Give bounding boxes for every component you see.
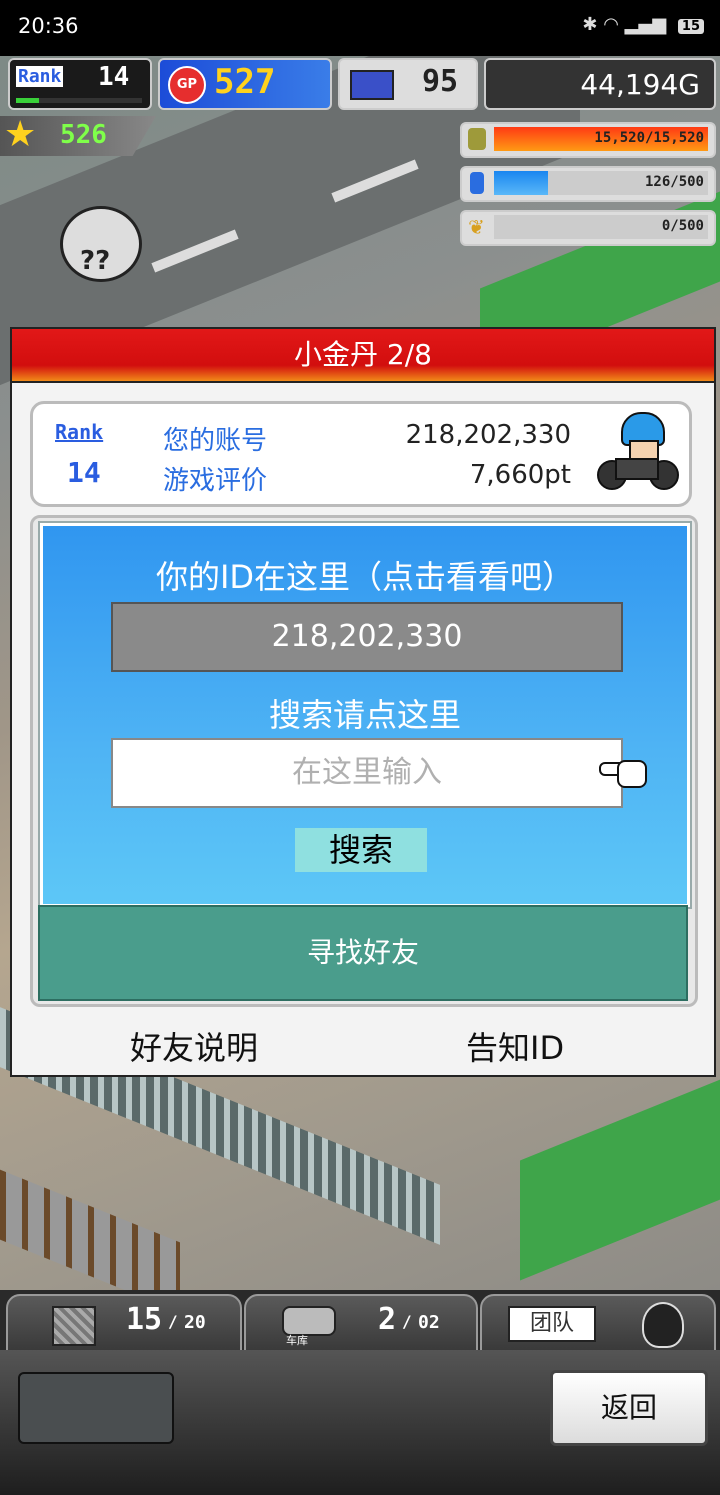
- rating-label: 游戏评价: [163, 466, 268, 496]
- friend-id-input[interactable]: 在这里输入: [111, 738, 623, 808]
- computer-value: 95: [422, 64, 459, 99]
- tab2-count: 2: [378, 1302, 397, 1337]
- tab-garage[interactable]: 车库 2 / 02: [244, 1294, 478, 1352]
- star-icon: ★: [4, 114, 37, 155]
- team-label: 团队: [508, 1306, 596, 1342]
- unknown-marker: ??: [80, 246, 111, 276]
- search-panel: 你的ID在这里（点击看看吧） 218,202,330 搜索请点这里 在这里输入 …: [38, 521, 692, 909]
- money-box[interactable]: 44,194G: [484, 58, 716, 110]
- tab2-total: 02: [418, 1312, 440, 1333]
- rank-progress: [16, 98, 142, 103]
- rank-box[interactable]: Rank 14: [8, 58, 152, 110]
- signal-icon: ▂▄▆: [624, 14, 667, 35]
- resource-bar-money[interactable]: 15,520/15,520: [460, 122, 716, 158]
- resource-wheat-value: 0/500: [661, 218, 704, 234]
- my-id-display[interactable]: 218,202,330: [111, 602, 623, 672]
- account-value: 218,202,330: [405, 420, 571, 450]
- grass-patch: [520, 1071, 720, 1281]
- bluetooth-icon: ✱: [582, 14, 598, 35]
- status-bar: 20:36 ✱ ◠ ▂▄▆ 15: [0, 0, 720, 56]
- gp-icon: GP: [168, 66, 206, 104]
- battery-icon: 15: [677, 19, 704, 34]
- wifi-icon: ◠: [603, 14, 619, 35]
- search-prompt: 搜索请点这里: [268, 696, 461, 734]
- tab-team[interactable]: 团队: [480, 1294, 716, 1352]
- rider-avatar-icon: [591, 410, 681, 496]
- money-value: 44,194G: [580, 68, 700, 101]
- rank-value: 14: [98, 62, 130, 92]
- bottom-bar: 15 / 20 车库 2 / 02 团队 返回: [0, 1290, 720, 1495]
- pointing-hand-icon: [599, 752, 647, 788]
- status-icons: ✱ ◠ ▂▄▆ 15: [582, 14, 704, 35]
- computer-box[interactable]: 95: [338, 58, 478, 110]
- resource-money-value: 15,520/15,520: [594, 130, 704, 146]
- bottle-icon: [470, 172, 484, 194]
- wheat-icon: ❦: [468, 215, 485, 239]
- profile-rank-label: Rank: [55, 420, 104, 444]
- search-button[interactable]: 搜索: [295, 828, 427, 872]
- computer-icon: [350, 70, 394, 100]
- empty-slot: [18, 1372, 174, 1444]
- back-button[interactable]: 返回: [550, 1370, 708, 1446]
- star-value: 526: [60, 120, 107, 150]
- resource-bar-fuel[interactable]: 126/500: [460, 166, 716, 202]
- rank-label: Rank: [16, 66, 64, 87]
- id-prompt: 你的ID在这里（点击看看吧）: [155, 558, 575, 596]
- resource-bar-wheat[interactable]: ❦ 0/500: [460, 210, 716, 246]
- friend-dialog: 小金丹 2/8 Rank 14 您的账号 游戏评价 218,202,330 7,…: [10, 327, 716, 1077]
- resource-bar-fill: [494, 171, 548, 195]
- rating-value: 7,660pt: [469, 460, 571, 490]
- team-member-avatar-icon: [642, 1302, 684, 1348]
- railway: [0, 1169, 180, 1290]
- tab1-count: 15: [126, 1302, 163, 1337]
- profile-rank-value: 14: [67, 456, 101, 489]
- dialog-title: 小金丹 2/8: [12, 329, 714, 383]
- find-friends-button[interactable]: 寻找好友: [38, 905, 688, 1001]
- crate-icon: [52, 1306, 96, 1346]
- account-label: 您的账号: [163, 426, 268, 456]
- gp-box[interactable]: GP 527: [158, 58, 332, 110]
- tab1-total: 20: [184, 1312, 206, 1333]
- status-time: 20:36: [18, 14, 79, 38]
- profile-card: Rank 14 您的账号 游戏评价 218,202,330 7,660pt: [30, 401, 692, 507]
- rank-progress-fill: [16, 98, 39, 103]
- tab-items[interactable]: 15 / 20: [6, 1294, 242, 1352]
- resource-fuel-value: 126/500: [644, 174, 704, 190]
- friend-help-link[interactable]: 好友说明: [130, 1023, 258, 1069]
- gp-value: 527: [214, 62, 276, 102]
- star-box[interactable]: ★ 526: [0, 116, 156, 156]
- coin-stack-icon: [468, 128, 486, 150]
- garage-label: 车库: [286, 1334, 308, 1347]
- share-id-link[interactable]: 告知ID: [466, 1023, 564, 1069]
